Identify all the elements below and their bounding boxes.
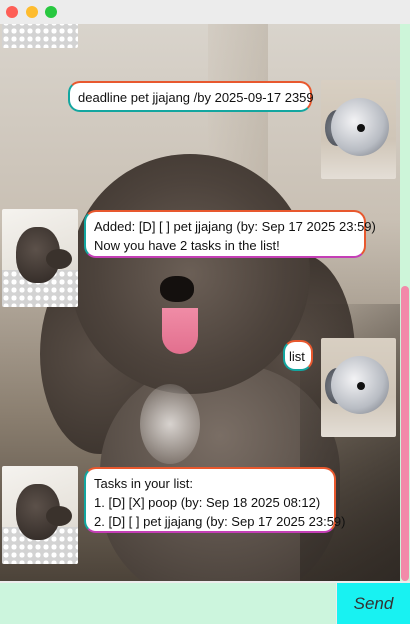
message-line: Now you have 2 tasks in the list!: [94, 238, 280, 253]
scrollbar-thumb[interactable]: [401, 286, 409, 581]
message-input[interactable]: [0, 583, 336, 624]
bot-avatar: [2, 209, 78, 307]
user-avatar: [321, 338, 396, 437]
message-text: deadline pet jjajang /by 2025-09-17 2359: [78, 90, 314, 105]
user-avatar: [321, 80, 396, 179]
title-bar: [0, 0, 410, 24]
message-line: Added: [D] [ ] pet jjajang (by: Sep 17 2…: [94, 219, 376, 234]
user-message-bubble: deadline pet jjajang /by 2025-09-17 2359: [68, 81, 314, 112]
minimize-window-button[interactable]: [26, 6, 38, 18]
chat-scrollbar[interactable]: [400, 24, 410, 581]
user-message-bubble: list: [283, 340, 313, 371]
send-button[interactable]: Send: [337, 583, 410, 624]
message-line: 1. [D] [X] poop (by: Sep 18 2025 08:12): [94, 495, 321, 510]
message-line: Tasks in your list:: [94, 476, 193, 491]
message-line: 2. [D] [ ] pet jjajang (by: Sep 17 2025 …: [94, 514, 346, 529]
input-bar: Send: [0, 581, 410, 624]
bot-message-bubble: Tasks in your list: 1. [D] [X] poop (by:…: [84, 467, 346, 533]
bot-avatar: [2, 466, 78, 564]
maximize-window-button[interactable]: [45, 6, 57, 18]
message-text: list: [289, 349, 305, 364]
close-window-button[interactable]: [6, 6, 18, 18]
chat-scroll-area[interactable]: deadline pet jjajang /by 2025-09-17 2359…: [0, 24, 410, 581]
bot-avatar: [2, 24, 78, 48]
bot-message-bubble: Added: [D] [ ] pet jjajang (by: Sep 17 2…: [84, 210, 376, 258]
send-button-label: Send: [353, 593, 394, 613]
